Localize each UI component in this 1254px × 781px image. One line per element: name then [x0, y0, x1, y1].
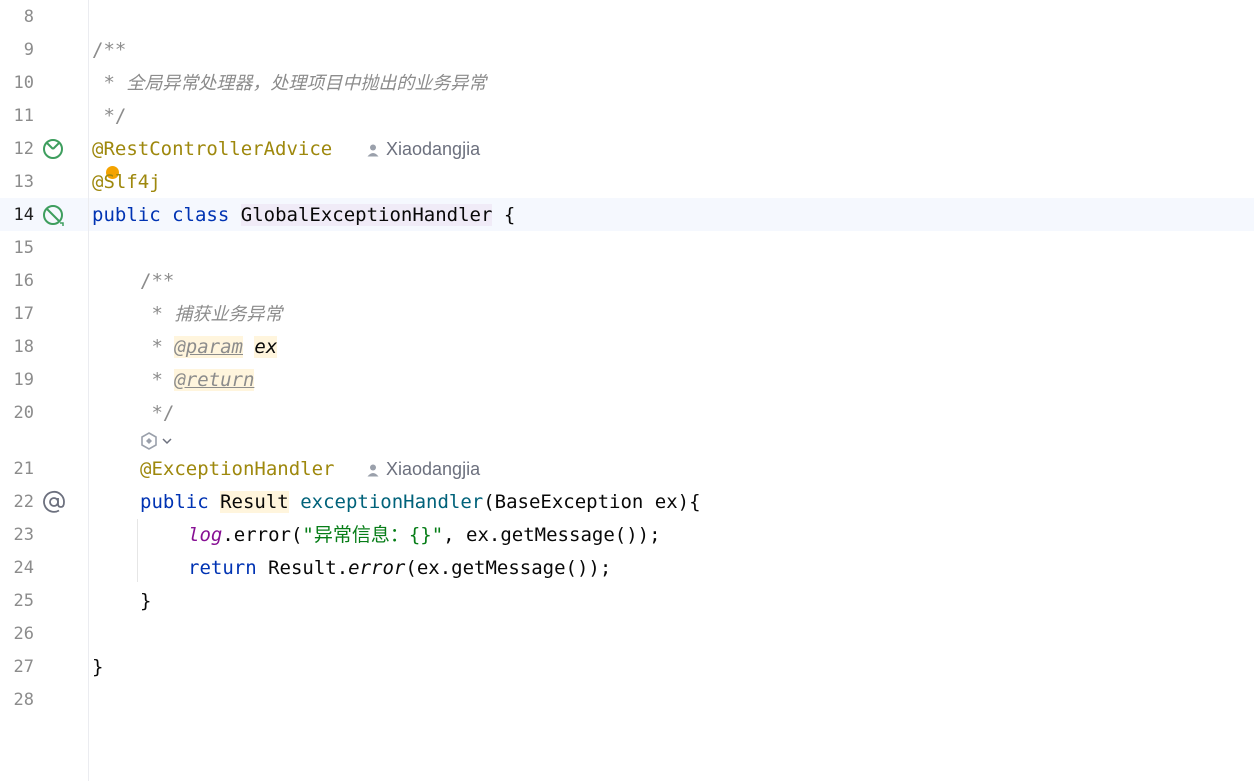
user-icon [367, 464, 379, 476]
javadoc-tag: @return [174, 369, 255, 391]
line-number: 12 [13, 139, 34, 159]
indent-guide [137, 519, 138, 582]
call-args: (ex.getMessage()); [405, 557, 612, 579]
line-number: 27 [13, 657, 34, 677]
gutter-separator [88, 0, 89, 781]
code-line-23: log.error("异常信息：{}", ex.getMessage()); [188, 519, 661, 552]
line-number: 19 [13, 370, 34, 390]
author-inlay[interactable]: Xiaodangjia [366, 453, 480, 486]
comment-prefix: * [92, 72, 127, 94]
code-line-9: /** [92, 39, 127, 61]
line-number: 8 [23, 7, 34, 27]
line-number: 10 [13, 73, 34, 93]
exception-handler-annotation: @ExceptionHandler [140, 458, 335, 480]
line-number: 9 [23, 40, 34, 60]
class-name: GlobalExceptionHandler [240, 204, 493, 226]
comment-prefix: * [140, 303, 175, 325]
line-number: 26 [13, 624, 34, 644]
author-name: Xiaodangjia [386, 459, 481, 479]
code-line-25: } [140, 590, 152, 612]
comment-prefix: * [140, 369, 175, 391]
chevron-down-icon [162, 438, 172, 445]
keyword: public [140, 491, 209, 513]
comment-text: 全局异常处理器，处理项目中抛出的业务异常 [126, 73, 487, 94]
code-line-22: public Result exceptionHandler(BaseExcep… [140, 486, 701, 519]
call-args: , ex.getMessage()); [443, 524, 661, 546]
line-number: 15 [13, 238, 34, 258]
code-line-14: public class GlobalExceptionHandler { [92, 199, 515, 232]
line-number: 24 [13, 558, 34, 578]
slf4j-annotation: @Slf4j [92, 171, 161, 193]
line-number: 25 [13, 591, 34, 611]
spring-bean-icon[interactable] [41, 203, 65, 227]
brace: { [503, 204, 516, 226]
javadoc-param: ex [254, 336, 278, 358]
ai-assistant-icon [141, 432, 157, 450]
spring-bean-icon[interactable] [41, 137, 65, 161]
line-number: 18 [13, 337, 34, 357]
at-implementation-icon[interactable] [42, 490, 66, 514]
comment-text: 捕获业务异常 [174, 304, 283, 325]
line-number: 16 [13, 271, 34, 291]
string-literal: "异常信息：{}" [302, 524, 444, 546]
author-name: Xiaodangjia [386, 139, 481, 159]
code-line-17: * 捕获业务异常 [140, 298, 282, 331]
ai-assistant-inlay[interactable] [139, 430, 173, 452]
author-inlay[interactable]: Xiaodangjia [366, 133, 480, 166]
code-line-20: */ [140, 402, 175, 424]
code-line-24: return Result.error(ex.getMessage()); [188, 552, 611, 585]
class-ref: Result. [268, 557, 349, 579]
line-number: 20 [13, 403, 34, 423]
code-line-16: /** [140, 270, 175, 292]
line-number: 21 [13, 459, 34, 479]
method-params: (BaseException ex){ [483, 491, 701, 513]
user-icon [367, 144, 379, 156]
line-number: 23 [13, 525, 34, 545]
rest-controller-advice-annotation: @RestControllerAdvice [92, 138, 333, 160]
line-number: 13 [13, 172, 34, 192]
code-line-11: */ [92, 105, 127, 127]
javadoc-tag: @param [174, 336, 243, 358]
comment-prefix: * [140, 336, 175, 358]
code-line-18: * @param ex [140, 331, 278, 364]
line-number: 11 [13, 106, 34, 126]
editor-area[interactable]: 8 9 10 11 12 13 14 15 16 17 18 19 20 21 … [0, 0, 1254, 781]
code-line-10: * 全局异常处理器，处理项目中抛出的业务异常 [92, 67, 486, 100]
line-number: 22 [13, 492, 34, 512]
method-call: .error( [222, 524, 303, 546]
static-method: error [348, 557, 406, 579]
line-number: 17 [13, 304, 34, 324]
keyword: class [172, 204, 230, 226]
log-field: log [188, 524, 223, 546]
keyword: public [92, 204, 161, 226]
return-type: Result [220, 491, 289, 513]
line-number-current: 14 [13, 205, 34, 225]
code-line-27: } [92, 656, 104, 678]
line-number: 28 [13, 690, 34, 710]
method-name: exceptionHandler [300, 491, 484, 513]
code-line-19: * @return [140, 364, 255, 397]
keyword: return [188, 557, 257, 579]
